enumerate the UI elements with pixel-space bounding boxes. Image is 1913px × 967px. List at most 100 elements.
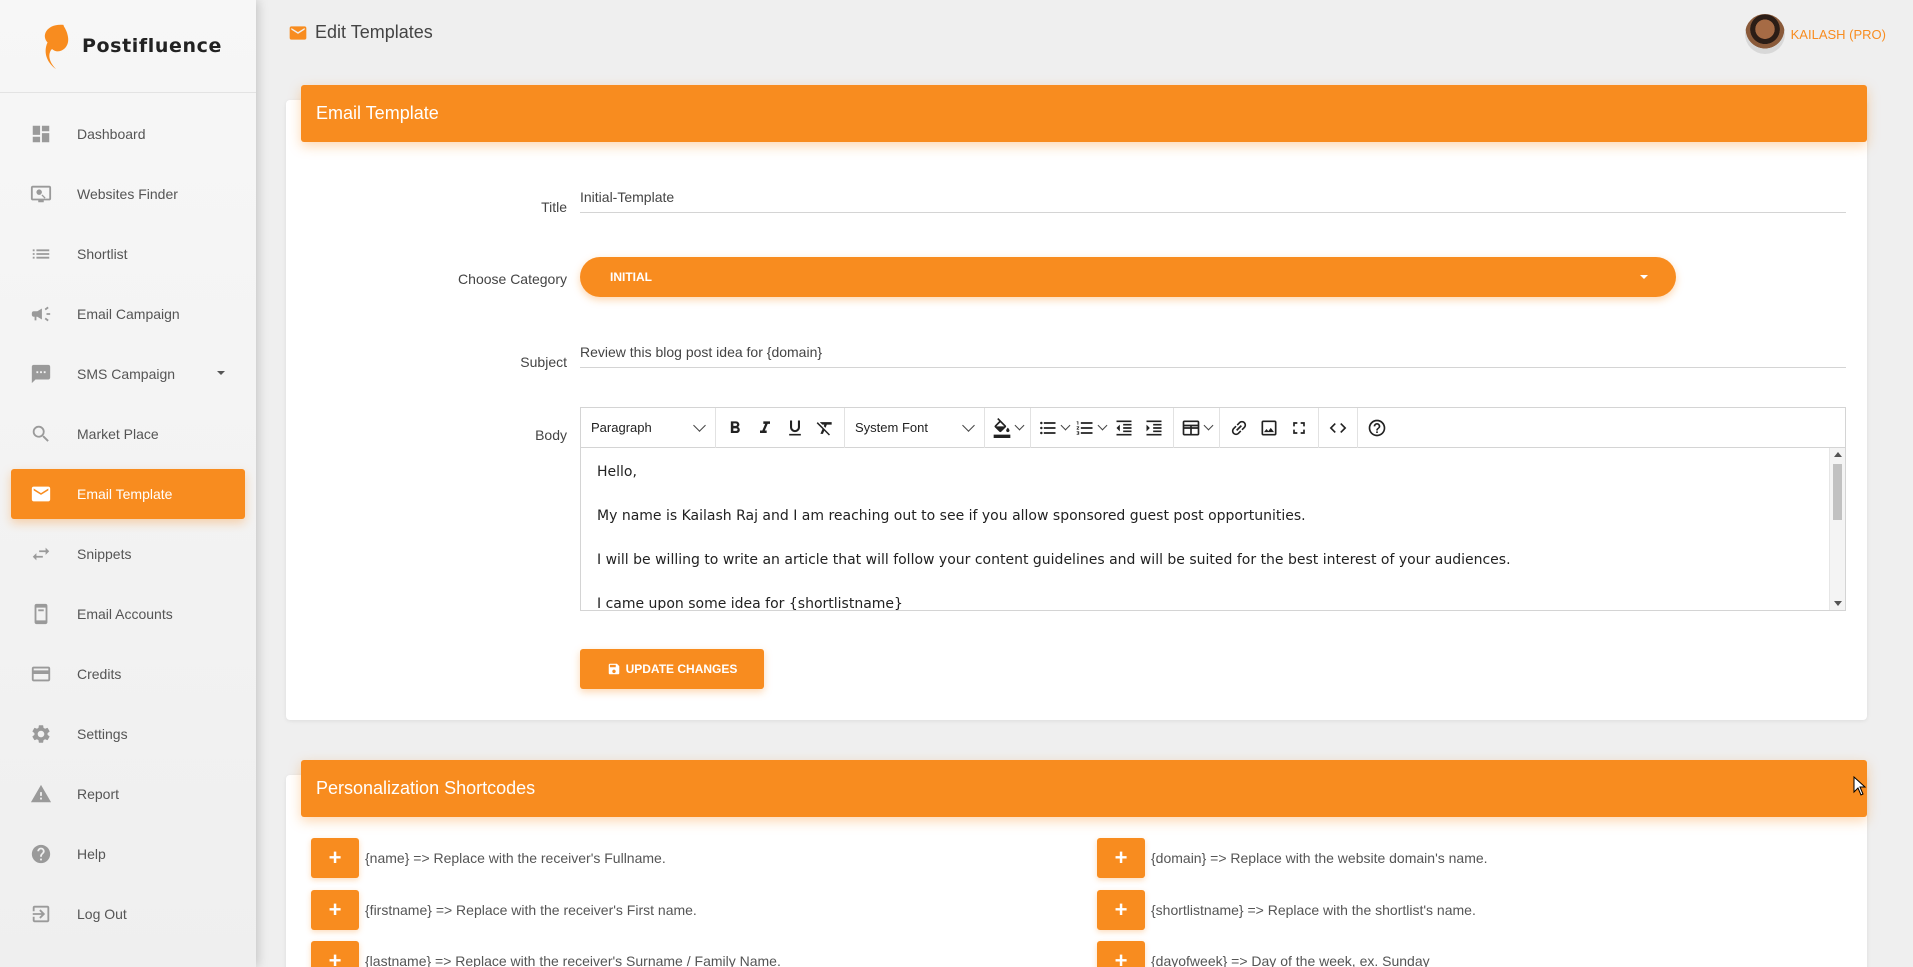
category-select-value: INITIAL (610, 270, 652, 284)
rich-text-editor: Paragraph System Font Hello, My name is … (580, 407, 1846, 611)
shortcode-description: {name} => Replace with the receiver's Fu… (365, 850, 666, 866)
insert-shortcode-button[interactable]: + (1097, 941, 1145, 967)
insert-shortcode-button[interactable]: + (1097, 890, 1145, 930)
page-title: Edit Templates (288, 22, 433, 43)
gear-icon (29, 722, 53, 746)
italic-button[interactable] (750, 412, 780, 444)
highlighter-icon (993, 417, 1011, 438)
sidebar-item-email-template[interactable]: Email Template (11, 469, 245, 519)
clear-format-icon (816, 421, 832, 435)
block-format-select[interactable]: Paragraph (585, 412, 710, 444)
sidebar-item-shortlist[interactable]: Shortlist (11, 229, 245, 279)
editor-toolbar: Paragraph System Font (581, 407, 1845, 448)
highlight-color-button[interactable] (989, 412, 1026, 444)
chevron-down-icon (962, 418, 975, 432)
source-code-button[interactable] (1323, 412, 1353, 444)
block-format-group: Paragraph (581, 407, 716, 448)
font-family-select[interactable]: System Font (849, 412, 979, 444)
sidebar-item-dashboard[interactable]: Dashboard (11, 109, 245, 159)
sidebar-item-label: Log Out (77, 906, 127, 922)
chevron-down-icon (217, 371, 225, 375)
table-group (1174, 407, 1220, 448)
image-icon (1261, 420, 1277, 435)
block-format-value: Paragraph (591, 420, 652, 435)
sidebar-item-label: Report (77, 786, 120, 802)
bold-button[interactable] (720, 412, 750, 444)
insert-shortcode-button[interactable]: + (1097, 838, 1145, 878)
sidebar-item-email-campaign[interactable]: Email Campaign (11, 289, 245, 339)
scroll-down-icon[interactable] (1834, 601, 1842, 606)
editor-content[interactable]: Hello, My name is Kailash Raj and I am r… (581, 448, 1845, 610)
font-family-value: System Font (855, 420, 928, 435)
bold-icon (730, 420, 740, 433)
image-button[interactable] (1254, 412, 1284, 444)
caret-down-icon (1640, 275, 1648, 279)
text-format-group (716, 407, 845, 448)
brand-logo[interactable]: Postifluence (0, 0, 256, 93)
sidebar-item-label: Email Template (77, 486, 173, 502)
indent-button[interactable] (1139, 412, 1169, 444)
swap-icon (29, 542, 53, 566)
monitor-search-icon (29, 182, 53, 206)
sidebar-item-credits[interactable]: Credits (11, 649, 245, 699)
page-title-text: Edit Templates (315, 22, 433, 42)
table-icon (1182, 420, 1200, 435)
subject-input[interactable]: Review this blog post idea for {domain} (580, 338, 1846, 368)
numbered-list-button[interactable] (1072, 412, 1109, 444)
sidebar-item-websites-finder[interactable]: Websites Finder (11, 169, 245, 219)
sidebar-item-log-out[interactable]: Log Out (11, 889, 245, 939)
bullet-list-button[interactable] (1035, 412, 1072, 444)
sidebar-item-label: Email Campaign (77, 306, 180, 322)
insert-shortcode-button[interactable]: + (311, 941, 359, 967)
editor-help-button[interactable] (1362, 412, 1392, 444)
list-icon (29, 242, 53, 266)
phone-icon (29, 602, 53, 626)
title-label: Title (541, 199, 567, 215)
search-icon (29, 422, 53, 446)
outdent-button[interactable] (1109, 412, 1139, 444)
table-button[interactable] (1178, 412, 1215, 444)
sidebar-item-report[interactable]: Report (11, 769, 245, 819)
email-template-card: Email Template Title Initial-Template Ch… (286, 85, 1867, 720)
user-menu[interactable]: KAILASH (PRO) (1744, 14, 1886, 54)
card-header: Personalization Shortcodes (301, 760, 1867, 817)
help-icon (1368, 419, 1386, 436)
shortcode-description: {dayofweek} => Day of the week, ex. Sund… (1151, 953, 1430, 967)
chevron-down-icon (1097, 420, 1108, 430)
fullscreen-icon (1293, 421, 1305, 434)
scrollbar-thumb[interactable] (1833, 464, 1842, 520)
insert-shortcode-button[interactable]: + (311, 890, 359, 930)
fullscreen-button[interactable] (1284, 412, 1314, 444)
scroll-up-icon[interactable] (1834, 452, 1842, 457)
sidebar-item-settings[interactable]: Settings (11, 709, 245, 759)
sidebar-item-help[interactable]: Help (11, 829, 245, 879)
avatar[interactable] (1744, 14, 1785, 54)
user-name[interactable]: KAILASH (PRO) (1791, 27, 1886, 42)
sidebar-item-snippets[interactable]: Snippets (11, 529, 245, 579)
shortcode-item: + {domain} => Replace with the website d… (1097, 838, 1488, 878)
editor-scrollbar[interactable] (1829, 448, 1845, 610)
sidebar-item-email-accounts[interactable]: Email Accounts (11, 589, 245, 639)
dashboard-icon (29, 122, 53, 146)
list-group (1031, 407, 1174, 448)
title-input[interactable]: Initial-Template (580, 183, 1846, 213)
sidebar-item-market-place[interactable]: Market Place (11, 409, 245, 459)
help-group (1358, 408, 1396, 448)
body-label: Body (535, 427, 567, 443)
clear-format-button[interactable] (810, 412, 840, 444)
underline-button[interactable] (780, 412, 810, 444)
sidebar-item-label: Shortlist (77, 246, 128, 262)
category-select[interactable]: INITIAL (580, 257, 1676, 297)
update-changes-button[interactable]: UPDATE CHANGES (580, 649, 764, 689)
mouse-cursor-icon (1853, 776, 1867, 796)
shortcode-item: + {dayofweek} => Day of the week, ex. Su… (1097, 941, 1430, 967)
chevron-down-icon (1203, 420, 1214, 430)
sidebar-item-label: Settings (77, 726, 128, 742)
indent-icon (1146, 420, 1162, 435)
link-button[interactable] (1224, 412, 1254, 444)
sidebar-item-sms-campaign[interactable]: SMS Campaign (11, 349, 245, 399)
insert-shortcode-button[interactable]: + (311, 838, 359, 878)
code-group (1319, 407, 1358, 448)
shortcode-description: {shortlistname} => Replace with the shor… (1151, 902, 1476, 918)
italic-icon (760, 420, 770, 433)
